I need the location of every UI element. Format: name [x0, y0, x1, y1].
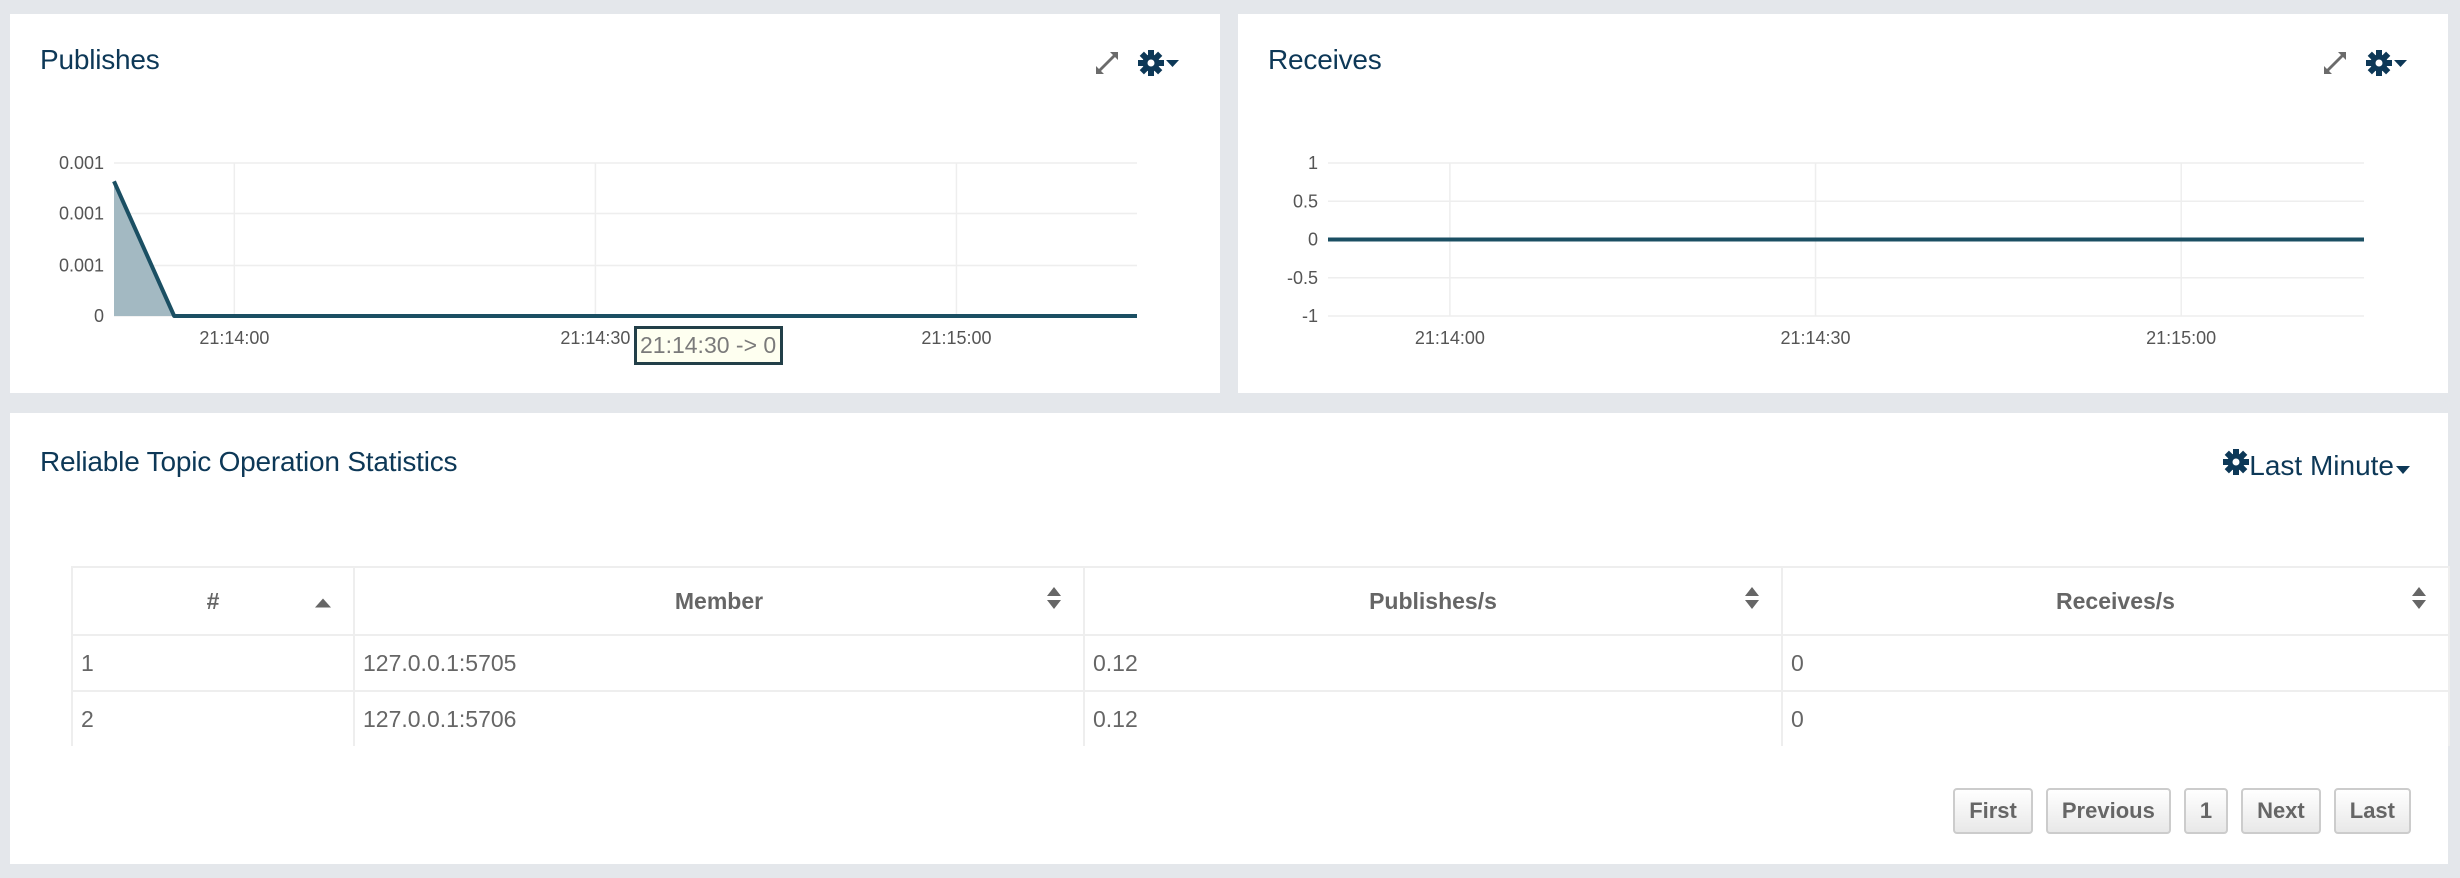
column-label: Member: [674, 587, 764, 614]
cell-member: 127.0.0.1:5706: [353, 690, 1085, 746]
x-tick-label: 21:14:00: [199, 328, 269, 348]
y-tick-label: 0: [1308, 230, 1318, 250]
series-line: [112, 180, 1137, 318]
column-header-index[interactable]: #: [71, 566, 355, 636]
caret-down-icon: [2396, 450, 2410, 482]
x-tick-label: 21:14:00: [1415, 328, 1485, 348]
next-page-button[interactable]: Next: [2241, 788, 2321, 834]
receives-panel: Receives -1 -0.5 0 0.5 1 21:14:00 21:14:…: [1238, 14, 2448, 393]
stats-panel: Reliable Topic Operation Statistics Last…: [10, 413, 2450, 864]
publishes-chart: 0 0.001 0.001 0.001 21:14:00 21:14:30 21:15:00: [59, 153, 1137, 348]
x-tick-label: 21:14:30: [1780, 328, 1850, 348]
cell-receives: 0: [1781, 690, 2450, 746]
column-label: Receives/s: [2056, 587, 2175, 614]
y-tick-label: -1: [1302, 306, 1318, 326]
last-page-button[interactable]: Last: [2333, 788, 2411, 834]
y-tick-label: 1: [1308, 153, 1318, 173]
stats-title: Reliable Topic Operation Statistics: [40, 446, 458, 477]
y-tick-label: 0.001: [59, 203, 104, 223]
sort-ascending-icon: [315, 588, 331, 615]
sort-both-icon: [1047, 587, 1061, 615]
table-row: 2 127.0.0.1:5706 0.12 0: [71, 690, 2450, 746]
stats-table: # Member Publishes/s Receives/s 1 127.0.…: [71, 566, 2450, 746]
cell-receives: 0: [1781, 634, 2450, 692]
receives-chart: -1 -0.5 0 0.5 1 21:14:00 21:14:30 21:15:00: [1287, 153, 2364, 348]
cell-index: 1: [71, 634, 355, 692]
sort-both-icon: [1745, 587, 1759, 615]
column-label: #: [206, 587, 220, 614]
sort-both-icon: [2412, 587, 2426, 615]
column-label: Publishes/s: [1369, 587, 1497, 614]
chart-tooltip: 21:14:30 -> 0: [634, 326, 784, 365]
y-tick-label: -0.5: [1287, 268, 1318, 288]
cell-index: 2: [71, 690, 355, 746]
y-tick-label: 0: [94, 306, 104, 326]
gear-icon: [2223, 449, 2250, 482]
previous-page-button[interactable]: Previous: [2045, 788, 2171, 834]
publishes-panel: Publishes 0 0.001 0.001 0.001 21:14:00 2…: [10, 14, 1220, 393]
y-tick-label: 0.5: [1293, 191, 1318, 211]
y-tick-label: 0.001: [59, 153, 104, 173]
column-header-member[interactable]: Member: [353, 566, 1085, 636]
table-row: 1 127.0.0.1:5705 0.12 0: [71, 634, 2450, 692]
time-range-label: Last Minute: [2249, 449, 2394, 481]
column-header-receives[interactable]: Receives/s: [1781, 566, 2450, 636]
x-tick-label: 21:15:00: [921, 328, 991, 348]
x-tick-label: 21:14:30: [560, 328, 630, 348]
y-tick-label: 0.001: [59, 256, 104, 276]
cell-member: 127.0.0.1:5705: [353, 634, 1085, 692]
time-range-dropdown[interactable]: Last Minute: [2223, 449, 2410, 482]
cell-publishes: 0.12: [1083, 690, 1783, 746]
x-tick-label: 21:15:00: [2146, 328, 2216, 348]
column-header-publishes[interactable]: Publishes/s: [1083, 566, 1783, 636]
pagination: First Previous 1 Next Last: [1953, 788, 2411, 834]
cell-publishes: 0.12: [1083, 634, 1783, 692]
page-1-button[interactable]: 1: [2183, 788, 2229, 834]
series-area: [114, 181, 1137, 316]
first-page-button[interactable]: First: [1953, 788, 2033, 834]
table-header-row: # Member Publishes/s Receives/s: [71, 566, 2450, 636]
